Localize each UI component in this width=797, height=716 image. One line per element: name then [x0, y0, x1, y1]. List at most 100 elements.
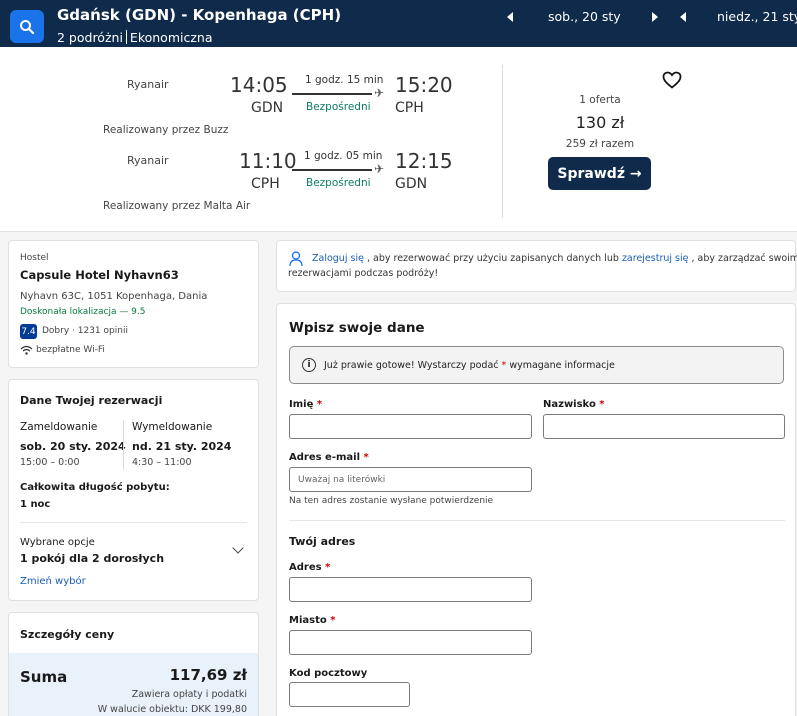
operated-by: Realizowany przez Malta Air — [103, 200, 251, 212]
last-name-input[interactable] — [543, 414, 785, 439]
address-label: Adres * — [289, 562, 331, 573]
cabin-class: Ekonomiczna — [129, 30, 213, 45]
postal-code-label: Kod pocztowy — [289, 668, 368, 679]
city-label: Miasto * — [289, 615, 336, 626]
date-out[interactable]: sob., 20 sty — [548, 9, 621, 24]
checkout-date: nd. 21 sty. 2024 — [132, 440, 232, 453]
departure-airport: GDN — [251, 100, 284, 116]
sum-value: 117,69 zł — [169, 666, 247, 684]
notice-text: Już prawie gotowe! Wystarczy podać * wym… — [324, 360, 615, 371]
login-banner: Zaloguj się , aby rezerwować przy użyciu… — [276, 240, 797, 292]
stay-length-label: Całkowita długość pobytu: — [20, 482, 170, 493]
plane-icon: ✈ — [374, 86, 385, 100]
wifi-label: bezpłatne Wi-Fi — [36, 345, 105, 355]
heart-icon[interactable] — [662, 71, 682, 89]
search-header: Gdańsk (GDN) - Kopenhaga (CPH) 2 podróżn… — [0, 0, 797, 47]
date-back[interactable]: niedz., 21 sty — [717, 9, 797, 24]
search-button[interactable] — [10, 10, 44, 43]
login-text: , aby rezerwować przy użyciu zapisanych … — [366, 253, 619, 264]
checkout-time: 4:30 – 11:00 — [132, 457, 192, 468]
guest-details-form: Wpisz swoje dane i Już prawie gotowe! Wy… — [276, 303, 796, 716]
checkin-date: sob. 20 sty. 2024 — [20, 440, 126, 453]
postal-code-input[interactable] — [289, 682, 410, 707]
flight-result-card: Ryanair 14:05 GDN 1 godz. 15 min ✈ Bezpo… — [0, 47, 797, 232]
wifi-icon — [20, 345, 33, 355]
separator — [125, 30, 127, 44]
offer-total: 259 zł razem — [565, 138, 635, 150]
checkout-label: Wymeldowanie — [132, 421, 213, 433]
prev-date-out-icon[interactable] — [507, 12, 513, 22]
flight-duration: 1 godz. 15 min — [305, 74, 384, 86]
property-type: Hostel — [20, 253, 49, 263]
airline-name: Ryanair — [127, 78, 169, 91]
location-rating: Doskonała lokalizacja — 9.5 — [20, 307, 146, 317]
divider — [289, 520, 785, 521]
page-root: Gdańsk (GDN) - Kopenhaga (CPH) 2 podróżn… — [0, 0, 797, 716]
arrival-time: 12:15 — [395, 149, 453, 173]
price-panel: Szczegóły ceny Suma 117,69 zł Zawiera op… — [8, 612, 259, 716]
info-notice: i Już prawie gotowe! Wystarczy podać * w… — [289, 346, 784, 384]
next-date-out-icon[interactable] — [652, 12, 658, 22]
options-label: Wybrane opcje — [20, 537, 95, 548]
flight-line — [292, 169, 372, 171]
date-divider — [123, 420, 124, 470]
flight-line — [292, 93, 372, 95]
divider — [20, 522, 247, 523]
email-input[interactable]: Uważaj na literówki — [289, 467, 532, 492]
offer-price: 130 zł — [575, 113, 625, 132]
address-input[interactable] — [289, 577, 532, 602]
travelers-count: 2 podróżni — [57, 30, 123, 45]
booking-details-panel: Dane Twojej rezerwacji Zameldowanie sob.… — [8, 379, 259, 601]
arrival-time: 15:20 — [395, 73, 453, 97]
options-value: 1 pokój dla 2 dorosłych — [20, 552, 165, 565]
departure-airport: CPH — [251, 176, 280, 192]
email-hint: Na ten adres zostanie wysłane potwierdze… — [289, 496, 494, 506]
login-text-line2: rezerwacjami podczas podróży! — [288, 268, 439, 279]
plane-icon: ✈ — [374, 162, 385, 176]
booking-title: Dane Twojej rezerwacji — [20, 394, 163, 407]
checkin-time: 15:00 – 0:00 — [20, 457, 80, 468]
chevron-down-icon[interactable] — [232, 542, 244, 554]
check-offer-button[interactable]: Sprawdź → — [548, 157, 651, 190]
sum-box: Suma 117,69 zł Zawiera opłaty i podatki … — [9, 653, 258, 716]
card-divider — [502, 65, 503, 218]
login-text-line1: Zaloguj się , aby rezerwować przy użyciu… — [312, 253, 797, 264]
fees-note: Zawiera opłaty i podatki — [131, 689, 247, 700]
login-text: , aby zarządzać swoimi — [691, 253, 797, 264]
stops-label: Bezpośredni — [306, 101, 371, 113]
checkin-label: Zameldowanie — [20, 421, 98, 433]
review-score-badge: 7.4 — [20, 324, 37, 339]
address-section-title: Twój adres — [289, 535, 356, 548]
login-link[interactable]: Zaloguj się — [312, 253, 364, 264]
stops-label: Bezpośredni — [306, 177, 371, 189]
offer-count: 1 oferta — [579, 94, 621, 106]
departure-time: 11:10 — [239, 149, 297, 173]
city-input[interactable] — [289, 630, 532, 655]
price-title: Szczegóły ceny — [20, 628, 115, 641]
user-icon — [289, 251, 303, 267]
first-name-label: Imię * — [289, 399, 323, 410]
stay-length-value: 1 noc — [20, 499, 51, 510]
hotel-panel: Hostel Capsule Hotel Nyhavn63 Nyhavn 63C… — [8, 240, 259, 368]
hotel-address: Nyhavn 63C, 1051 Kopenhaga, Dania — [20, 291, 208, 302]
notice-text-end: wymagane informacje — [509, 360, 615, 371]
airline-name: Ryanair — [127, 154, 169, 167]
required-star: * — [501, 360, 507, 371]
prev-date-back-icon[interactable] — [680, 12, 686, 22]
sum-label: Suma — [20, 668, 68, 686]
first-name-input[interactable] — [289, 414, 532, 439]
email-label: Adres e-mail * — [289, 452, 369, 463]
flight-duration: 1 godz. 05 min — [304, 150, 383, 162]
travelers-summary[interactable]: 2 podróżni Ekonomiczna — [57, 30, 213, 45]
last-name-label: Nazwisko * — [543, 399, 605, 410]
change-selection-link[interactable]: Zmień wybór — [20, 576, 86, 587]
local-currency-price: W walucie obiektu: DKK 199,80 — [97, 704, 247, 715]
form-title: Wpisz swoje dane — [289, 320, 425, 336]
info-icon: i — [302, 358, 316, 372]
operated-by: Realizowany przez Buzz — [103, 124, 229, 136]
review-score-text: Dobry · 1231 opinii — [42, 326, 128, 336]
arrival-airport: GDN — [395, 176, 428, 192]
route-title[interactable]: Gdańsk (GDN) - Kopenhaga (CPH) — [57, 6, 341, 24]
arrival-airport: CPH — [395, 100, 424, 116]
register-link[interactable]: zarejestruj się — [622, 253, 689, 264]
